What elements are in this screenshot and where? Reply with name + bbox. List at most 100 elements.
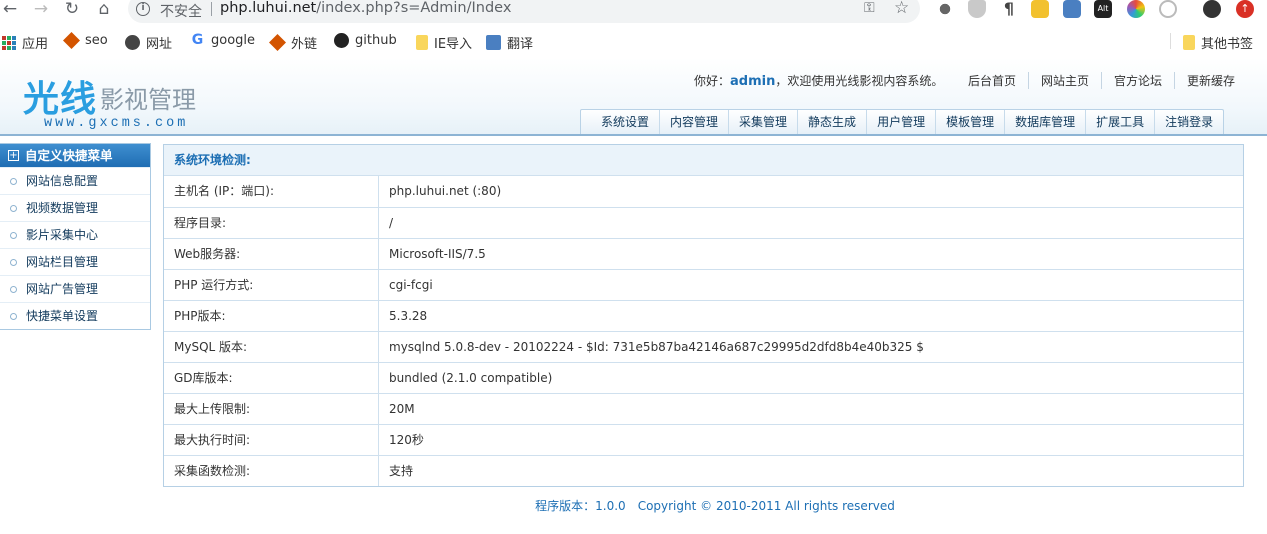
- link-forum[interactable]: 官方论坛: [1101, 72, 1174, 89]
- nav-collect[interactable]: 采集管理: [728, 110, 797, 134]
- sidebar-item-label: 视频数据管理: [26, 200, 99, 215]
- bullet-icon: [10, 177, 17, 185]
- nav-templates[interactable]: 模板管理: [935, 110, 1004, 134]
- sidebar-item-shortcut-settings[interactable]: 快捷菜单设置: [0, 302, 150, 329]
- info-icon[interactable]: i: [136, 2, 150, 16]
- greeting-suffix: ，欢迎使用光线影视内容系统。: [775, 74, 944, 88]
- sidebar-item-label: 网站广告管理: [26, 281, 99, 296]
- table-row: 最大上传限制: 20M: [164, 393, 1243, 424]
- table-row: 程序目录: /: [164, 207, 1243, 238]
- home-icon[interactable]: ⌂: [94, 0, 114, 20]
- forward-icon[interactable]: →: [31, 0, 51, 20]
- link-site-home[interactable]: 网站主页: [1028, 72, 1101, 89]
- bookmark-label: 网址: [146, 37, 173, 52]
- nav-users[interactable]: 用户管理: [866, 110, 935, 134]
- sidebar-item-collect[interactable]: 影片采集中心: [0, 221, 150, 248]
- footer: 程序版本：1.0.0 Copyright © 2010-2011 All righ…: [0, 497, 1267, 514]
- diamond-icon: [63, 32, 80, 49]
- row-value: /: [389, 216, 394, 230]
- alt-icon[interactable]: Alt: [1094, 0, 1112, 18]
- top-links: 后台首页 网站主页 官方论坛 更新缓存: [958, 72, 1247, 89]
- sidebar-item-video-data[interactable]: 视频数据管理: [0, 194, 150, 221]
- extension-icon[interactable]: [1159, 0, 1177, 18]
- bookmark-google[interactable]: G google: [190, 32, 255, 49]
- row-key: GD库版本:: [164, 363, 379, 393]
- extension-icon[interactable]: [936, 0, 954, 18]
- bookmark-wailian[interactable]: 外链: [269, 33, 317, 52]
- divider: [211, 2, 212, 16]
- reload-icon[interactable]: ↻: [62, 0, 82, 20]
- folder-icon: [1183, 35, 1195, 50]
- bookmark-apps[interactable]: 应用: [2, 33, 48, 52]
- nav-tools[interactable]: 扩展工具: [1085, 110, 1154, 134]
- table-row: 采集函数检测: 支持: [164, 455, 1243, 486]
- github-icon: [334, 33, 349, 48]
- table-row: PHP 运行方式: cgi-fcgi: [164, 269, 1243, 300]
- bullet-icon: [10, 204, 17, 212]
- welcome-text: 你好：admin，欢迎使用光线影视内容系统。: [694, 72, 943, 89]
- sidebar-item-ads[interactable]: 网站广告管理: [0, 275, 150, 302]
- bookmarks-bar: 应用 seo 网址 G google 外链 github IE导入 翻译 其他书…: [0, 30, 1267, 54]
- folder-icon: [416, 35, 428, 50]
- row-key: 采集函数检测:: [164, 456, 379, 486]
- url-text[interactable]: php.luhui.net/index.php?s=Admin/Index: [220, 0, 511, 16]
- row-value: 支持: [389, 464, 414, 478]
- logo-url: www.gxcms.com: [44, 116, 189, 131]
- sidebar: + 自定义快捷菜单 网站信息配置 视频数据管理 影片采集中心 网站栏目管理 网站…: [0, 143, 151, 330]
- sidebar-title[interactable]: + 自定义快捷菜单: [0, 144, 150, 167]
- sidebar-item-label: 影片采集中心: [26, 227, 99, 242]
- back-icon[interactable]: ←: [0, 0, 20, 20]
- footer-version: 程序版本：1.0.0: [535, 499, 626, 513]
- sidebar-item-site-info[interactable]: 网站信息配置: [0, 167, 150, 194]
- username: admin: [730, 74, 776, 89]
- bookmark-ie-import[interactable]: IE导入: [416, 33, 472, 52]
- nav-database[interactable]: 数据库管理: [1004, 110, 1085, 134]
- nav-static[interactable]: 静态生成: [797, 110, 866, 134]
- bookmark-label: github: [355, 33, 397, 48]
- extension-icon[interactable]: [1031, 0, 1049, 18]
- sidebar-item-columns[interactable]: 网站栏目管理: [0, 248, 150, 275]
- shield-icon[interactable]: [968, 0, 986, 18]
- nav-content[interactable]: 内容管理: [659, 110, 728, 134]
- row-value: 5.3.28: [389, 309, 428, 323]
- bullet-icon: [10, 312, 17, 320]
- row-key: PHP 运行方式:: [164, 270, 379, 300]
- table-row: GD库版本: bundled (2.1.0 compatible): [164, 362, 1243, 393]
- avatar-icon[interactable]: [1203, 0, 1221, 18]
- row-key: 程序目录:: [164, 208, 379, 238]
- bookmark-github[interactable]: github: [334, 33, 397, 48]
- greeting-prefix: 你好：: [694, 74, 731, 88]
- bookmark-translate[interactable]: 翻译: [486, 33, 533, 52]
- apps-grid-icon: [2, 35, 16, 50]
- link-update-cache[interactable]: 更新缓存: [1174, 72, 1247, 89]
- nav-logout[interactable]: 注销登录: [1154, 110, 1223, 134]
- table-row: 最大执行时间: 120秒: [164, 424, 1243, 455]
- extension-icon[interactable]: [1063, 0, 1081, 18]
- main-nav: 系统设置 内容管理 采集管理 静态生成 用户管理 模板管理 数据库管理 扩展工具…: [580, 109, 1225, 134]
- row-key: 最大执行时间:: [164, 425, 379, 455]
- row-key: PHP版本:: [164, 301, 379, 331]
- row-value: 20M: [389, 402, 415, 416]
- google-icon: G: [191, 32, 204, 48]
- color-picker-icon[interactable]: [1127, 0, 1145, 18]
- bookmark-star-icon[interactable]: ☆: [894, 0, 909, 18]
- table-row: 主机名 (IP：端口): php.luhui.net (:80): [164, 176, 1243, 207]
- bookmark-other[interactable]: 其他书签: [1183, 33, 1253, 52]
- link-admin-home[interactable]: 后台首页: [958, 72, 1028, 89]
- nav-system-settings[interactable]: 系统设置: [581, 110, 659, 134]
- bookmark-seo[interactable]: seo: [63, 32, 108, 49]
- sidebar-item-label: 快捷菜单设置: [26, 308, 99, 323]
- update-icon[interactable]: ↑: [1236, 0, 1254, 18]
- row-value: php.luhui.net (:80): [389, 184, 502, 198]
- key-icon[interactable]: ⚿: [864, 0, 875, 16]
- sidebar-title-label: 自定义快捷菜单: [25, 148, 113, 163]
- expand-icon: +: [8, 150, 19, 161]
- bookmark-wangzhi[interactable]: 网址: [125, 33, 172, 52]
- bookmark-label: IE导入: [434, 37, 473, 52]
- paragraph-icon[interactable]: ¶: [1000, 0, 1018, 18]
- divider: [1170, 33, 1171, 49]
- row-value: mysqlnd 5.0.8-dev - 20102224 - $Id: 731e…: [389, 340, 924, 354]
- row-key: MySQL 版本:: [164, 332, 379, 362]
- address-bar[interactable]: i 不安全 php.luhui.net/index.php?s=Admin/In…: [128, 0, 920, 23]
- row-value: bundled (2.1.0 compatible): [389, 371, 553, 385]
